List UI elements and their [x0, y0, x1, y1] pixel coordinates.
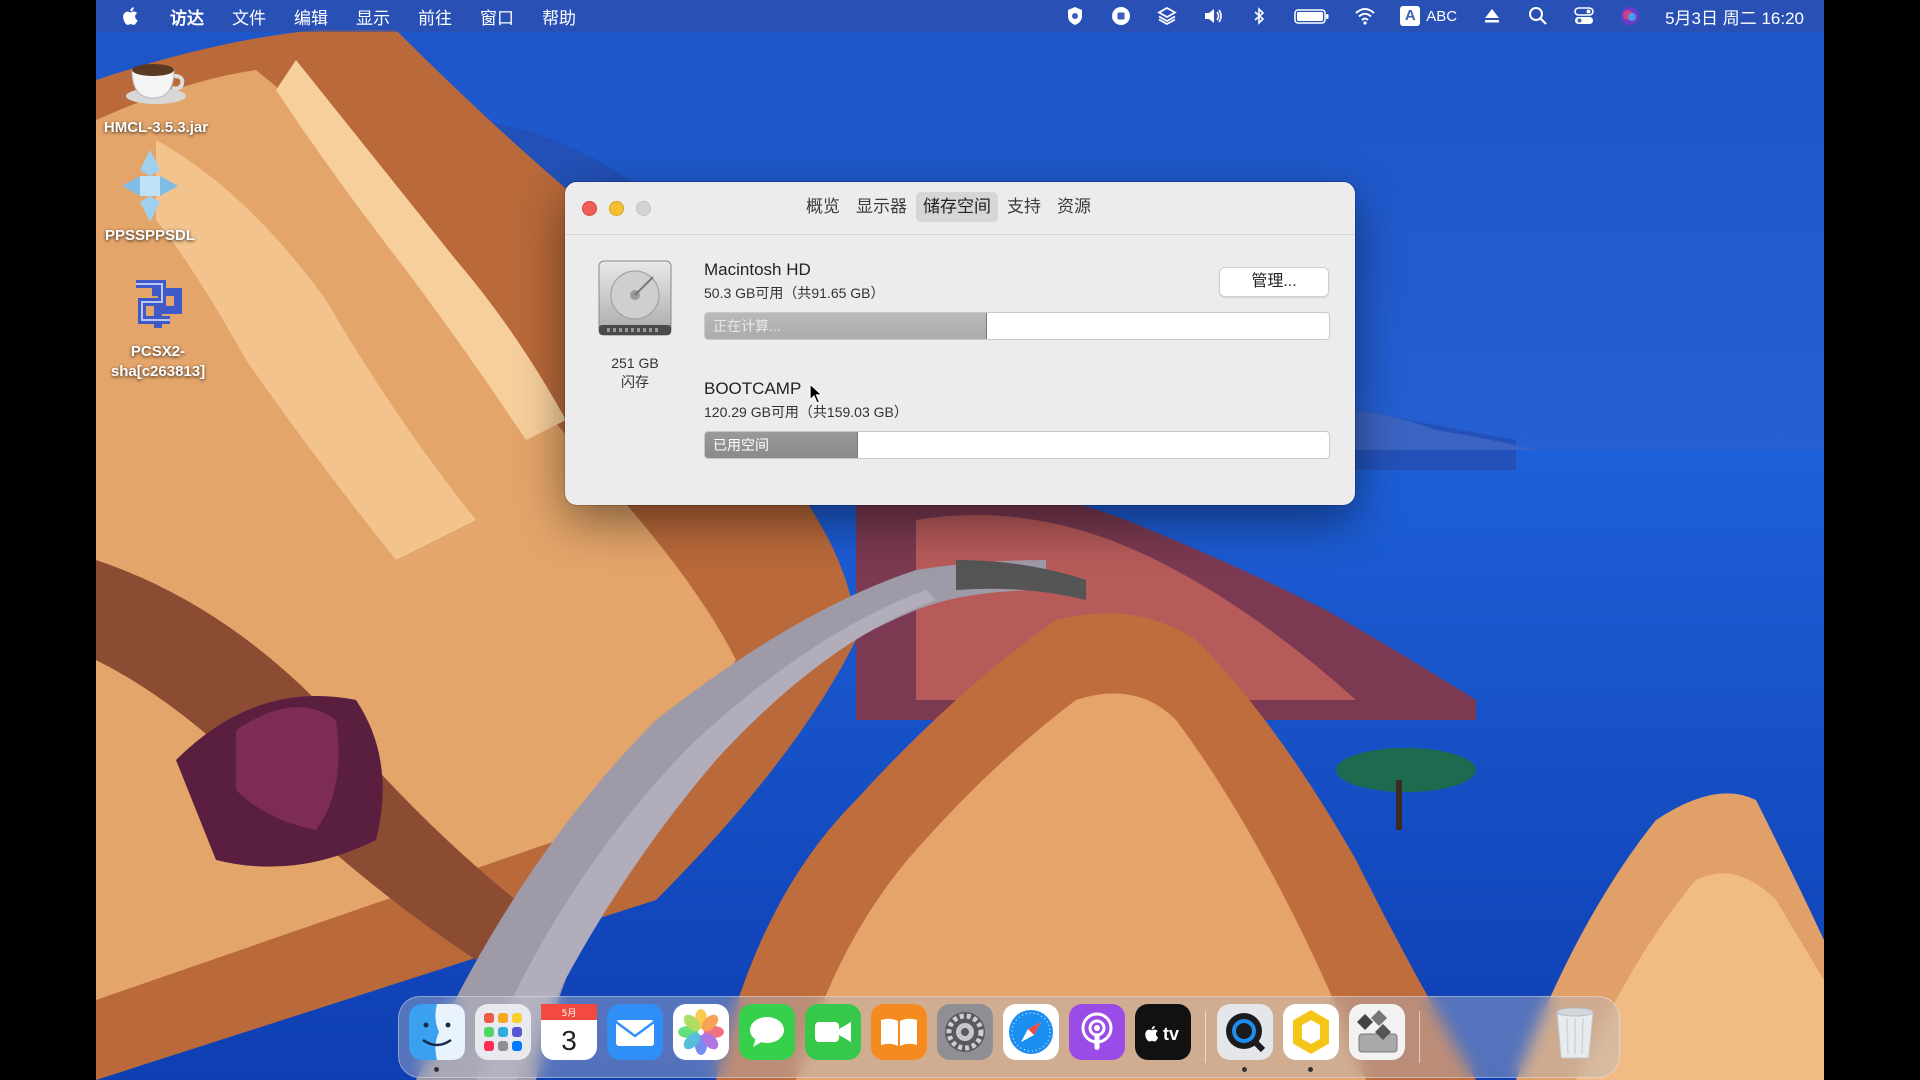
trash-icon[interactable] [1547, 1004, 1603, 1060]
minimize-button[interactable] [609, 201, 624, 216]
wallpaper [96, 0, 1824, 1080]
mail-icon[interactable] [607, 1004, 663, 1060]
running-indicator [1308, 1067, 1313, 1072]
tab-displays[interactable]: 显示器 [849, 192, 914, 222]
volume-icon[interactable] [1202, 5, 1224, 27]
menu-file[interactable]: 文件 [232, 4, 266, 29]
menu-window[interactable]: 窗口 [480, 4, 514, 29]
hard-drive-icon [598, 260, 672, 336]
storage-pane: 251 GB 闪存 Macintosh HD 50.3 GB可用（共91.65 … [565, 235, 1355, 505]
menu-go[interactable]: 前往 [418, 4, 452, 29]
menu-edit[interactable]: 编辑 [294, 4, 328, 29]
shield-icon[interactable] [1064, 5, 1086, 27]
layers-icon[interactable] [1156, 5, 1178, 27]
desktop-item-ppsspp[interactable]: PPSSPPSDL [96, 146, 210, 246]
window-titlebar[interactable]: 概览 显示器 储存空间 支持 资源 [565, 182, 1355, 235]
podcasts-icon[interactable] [1069, 1004, 1125, 1060]
battery-icon[interactable] [1294, 5, 1330, 27]
search-icon[interactable] [1527, 5, 1549, 27]
desktop-item-label: sha[c263813] [110, 363, 206, 380]
menu-help[interactable]: 帮助 [542, 4, 576, 29]
tab-bar: 概览 显示器 储存空间 支持 资源 [799, 192, 1100, 222]
tab-resources[interactable]: 资源 [1050, 192, 1098, 222]
tab-overview[interactable]: 概览 [799, 192, 847, 222]
tab-storage[interactable]: 储存空间 [916, 192, 998, 222]
hexagon-app-icon[interactable] [1283, 1004, 1339, 1060]
safari-icon[interactable] [1003, 1004, 1059, 1060]
calendar-icon[interactable]: 5月 3 [541, 1004, 597, 1060]
quicktime-icon[interactable] [1217, 1004, 1273, 1060]
menu-view[interactable]: 显示 [356, 4, 390, 29]
tv-label: tv [1163, 1024, 1179, 1044]
calendar-month: 5月 [562, 1008, 577, 1019]
apple-tv-icon[interactable]: tv [1135, 1004, 1191, 1060]
volume-bootcamp: BOOTCAMP 120.29 GB可用（共159.03 GB） 已用空间 [704, 378, 1330, 459]
drive-summary: 251 GB 闪存 [593, 259, 677, 392]
menu-bar: 访达 文件 编辑 显示 前往 窗口 帮助 A ABC 5月3日 周二 16:20 [96, 0, 1824, 32]
drive-type: 闪存 [621, 374, 649, 390]
storage-bar-label: 已用空间 [713, 437, 769, 453]
dock-separator [1205, 1011, 1206, 1063]
wifi-icon[interactable] [1354, 5, 1376, 27]
facetime-icon[interactable] [805, 1004, 861, 1060]
storage-bar: 已用空间 [704, 431, 1330, 459]
calendar-day: 3 [561, 1025, 577, 1056]
close-button[interactable] [582, 201, 597, 216]
control-center-icon[interactable] [1573, 5, 1595, 27]
bluetooth-icon[interactable] [1248, 5, 1270, 27]
input-source-label[interactable]: ABC [1426, 8, 1457, 25]
running-indicator [434, 1067, 439, 1072]
launchpad-icon[interactable] [475, 1004, 531, 1060]
input-source-icon[interactable]: A [1400, 6, 1421, 26]
drive-capacity: 251 GB [611, 355, 659, 371]
mouse-cursor-icon [809, 383, 823, 404]
dock-separator [1419, 1011, 1420, 1063]
desktop-item-hmcl[interactable]: HMCL-3.5.3.jar [96, 38, 216, 138]
dock: 5月 3 tv [398, 996, 1620, 1078]
volume-info: 120.29 GB可用（共159.03 GB） [704, 404, 908, 420]
menu-finder[interactable]: 访达 [170, 4, 204, 29]
desktop-item-label: PPSSPPSDL [104, 227, 196, 244]
pcsx2-icon [118, 262, 198, 342]
system-preferences-icon[interactable] [937, 1004, 993, 1060]
desktop-item-pcsx2[interactable]: PCSX2- sha[c263813] [98, 262, 218, 382]
zoom-button-disabled [636, 201, 651, 216]
manage-button[interactable]: 管理... [1219, 267, 1329, 297]
running-indicator [1242, 1067, 1247, 1072]
desktop: 访达 文件 编辑 显示 前往 窗口 帮助 A ABC 5月3日 周二 16:20… [96, 0, 1824, 1080]
messages-icon[interactable] [739, 1004, 795, 1060]
ppsspp-icon [110, 146, 190, 226]
volume-name: BOOTCAMP [704, 379, 802, 398]
photos-icon[interactable] [673, 1004, 729, 1060]
boot-camp-icon[interactable] [1349, 1004, 1405, 1060]
storage-bar: 正在计算... [704, 312, 1330, 340]
record-stop-icon[interactable] [1110, 5, 1132, 27]
apple-menu-icon[interactable] [120, 5, 142, 27]
menu-bar-clock[interactable]: 5月3日 周二 16:20 [1665, 4, 1804, 29]
siri-icon[interactable] [1619, 5, 1641, 27]
books-icon[interactable] [871, 1004, 927, 1060]
finder-icon[interactable] [409, 1004, 465, 1060]
about-this-mac-window: 概览 显示器 储存空间 支持 资源 251 GB 闪存 Macintosh HD… [565, 182, 1355, 505]
eject-icon[interactable] [1481, 5, 1503, 27]
storage-bar-label: 正在计算... [713, 318, 781, 334]
java-coffee-icon [116, 38, 196, 118]
desktop-item-label: PCSX2- [130, 343, 186, 360]
desktop-item-label: HMCL-3.5.3.jar [103, 119, 209, 136]
tab-support[interactable]: 支持 [1000, 192, 1048, 222]
